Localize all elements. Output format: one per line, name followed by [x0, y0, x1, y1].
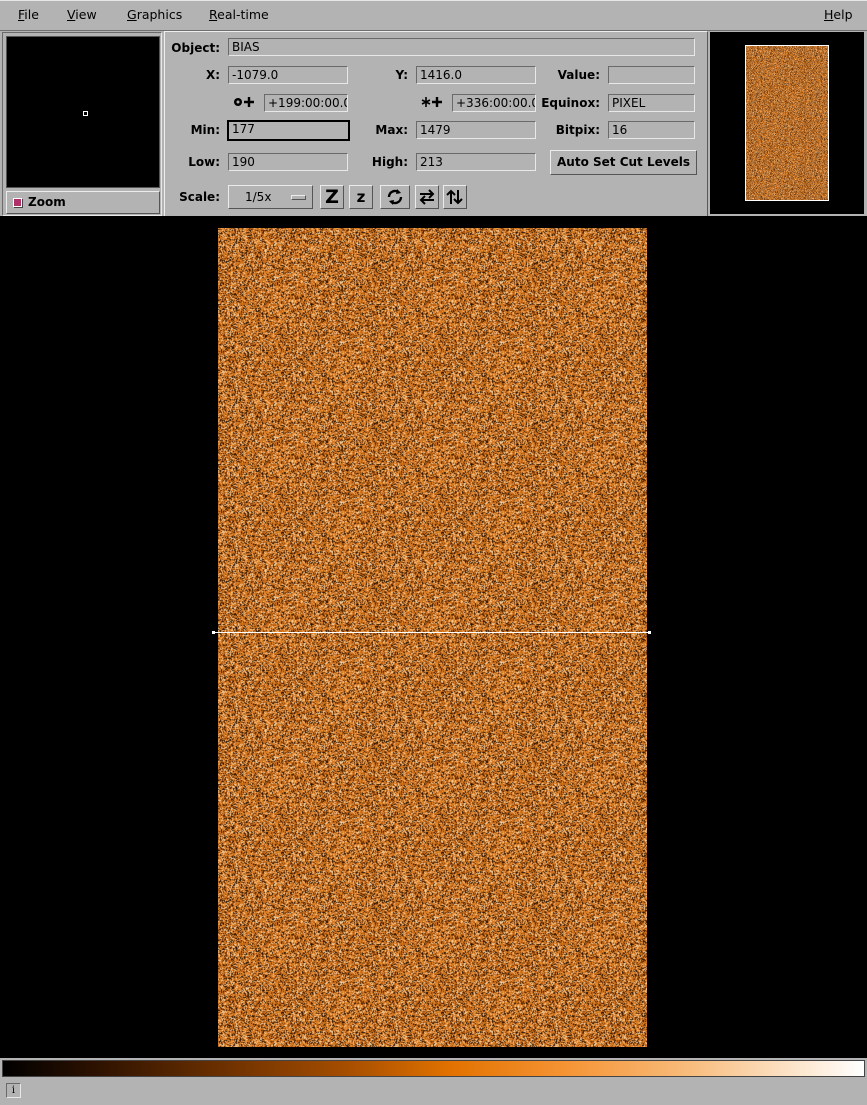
equinox-label: Equinox:	[541, 96, 600, 110]
flip-horizontal-icon	[419, 189, 435, 205]
min-label: Min:	[190, 123, 220, 137]
flip-vertical-icon	[446, 189, 463, 205]
auto-set-cut-levels-button[interactable]: Auto Set Cut Levels	[550, 150, 697, 175]
colormap-bar	[2, 1060, 865, 1077]
object-field[interactable]: BIAS	[228, 38, 695, 56]
x-label: X:	[205, 68, 220, 82]
scale-value: 1/5x	[245, 190, 272, 204]
cut-level-line[interactable]	[214, 632, 651, 633]
ra-field[interactable]: +199:00:00.00	[264, 94, 348, 112]
cut-line-left-handle[interactable]	[212, 631, 215, 634]
equinox-field[interactable]: PIXEL	[608, 94, 695, 112]
y-label: Y:	[395, 68, 408, 82]
rotate-icon	[387, 189, 403, 205]
info-icon[interactable]: i	[6, 1083, 21, 1098]
dec-field[interactable]: +336:00:00.00	[452, 94, 536, 112]
low-cut-field[interactable]: 190	[228, 153, 348, 171]
cut-line-right-handle[interactable]	[648, 631, 651, 634]
scale-label: Scale:	[179, 190, 220, 204]
rotate-button[interactable]	[380, 185, 410, 209]
menu-view[interactable]: View	[67, 7, 97, 22]
zoom-out-icon: z	[356, 188, 366, 206]
value-field[interactable]	[608, 66, 695, 84]
bitpix-label: Bitpix:	[555, 123, 600, 137]
max-label: Max:	[375, 123, 408, 137]
zoom-canvas[interactable]	[6, 36, 160, 188]
zoom-toggle-label: Zoom	[28, 195, 66, 209]
menu-graphics[interactable]: Graphics	[127, 7, 182, 22]
image-display-area[interactable]	[0, 216, 867, 1058]
ra-compass-icon	[233, 95, 255, 109]
panner-window[interactable]	[710, 32, 864, 214]
min-field[interactable]: 177	[227, 120, 350, 141]
zoom-checkbox-indicator	[13, 198, 22, 207]
zoom-toggle-button[interactable]: Zoom	[6, 191, 160, 214]
bitpix-field[interactable]: 16	[608, 121, 695, 139]
zoom-in-icon: Z	[325, 186, 339, 208]
menu-file[interactable]: File	[18, 7, 39, 22]
y-field[interactable]: 1416.0	[416, 66, 536, 84]
x-field[interactable]: -1079.0	[228, 66, 348, 84]
scale-menu-button[interactable]: 1/5x	[228, 185, 313, 209]
menu-help[interactable]: Help	[824, 7, 853, 22]
flip-y-button[interactable]	[443, 185, 467, 209]
zoom-in-button[interactable]: Z	[320, 185, 344, 209]
zoom-cursor-marker	[83, 111, 88, 116]
zoom-out-button[interactable]: z	[349, 185, 373, 209]
value-label: Value:	[557, 68, 600, 82]
fits-image[interactable]	[218, 228, 647, 1047]
option-menu-indicator-icon	[291, 195, 306, 200]
low-label: Low:	[188, 155, 220, 169]
menubar: File View Graphics Real-time Help	[0, 0, 867, 31]
status-bar: i	[0, 1078, 867, 1105]
high-label: High:	[371, 155, 408, 169]
zoom-window: Zoom	[2, 32, 162, 216]
panner-thumbnail[interactable]	[745, 45, 829, 201]
menu-real-time[interactable]: Real-time	[209, 7, 269, 22]
dec-compass-icon	[421, 95, 443, 109]
high-cut-field[interactable]: 213	[416, 153, 536, 171]
object-label: Object:	[171, 41, 220, 55]
max-field[interactable]: 1479	[416, 121, 536, 139]
flip-x-button[interactable]	[415, 185, 439, 209]
